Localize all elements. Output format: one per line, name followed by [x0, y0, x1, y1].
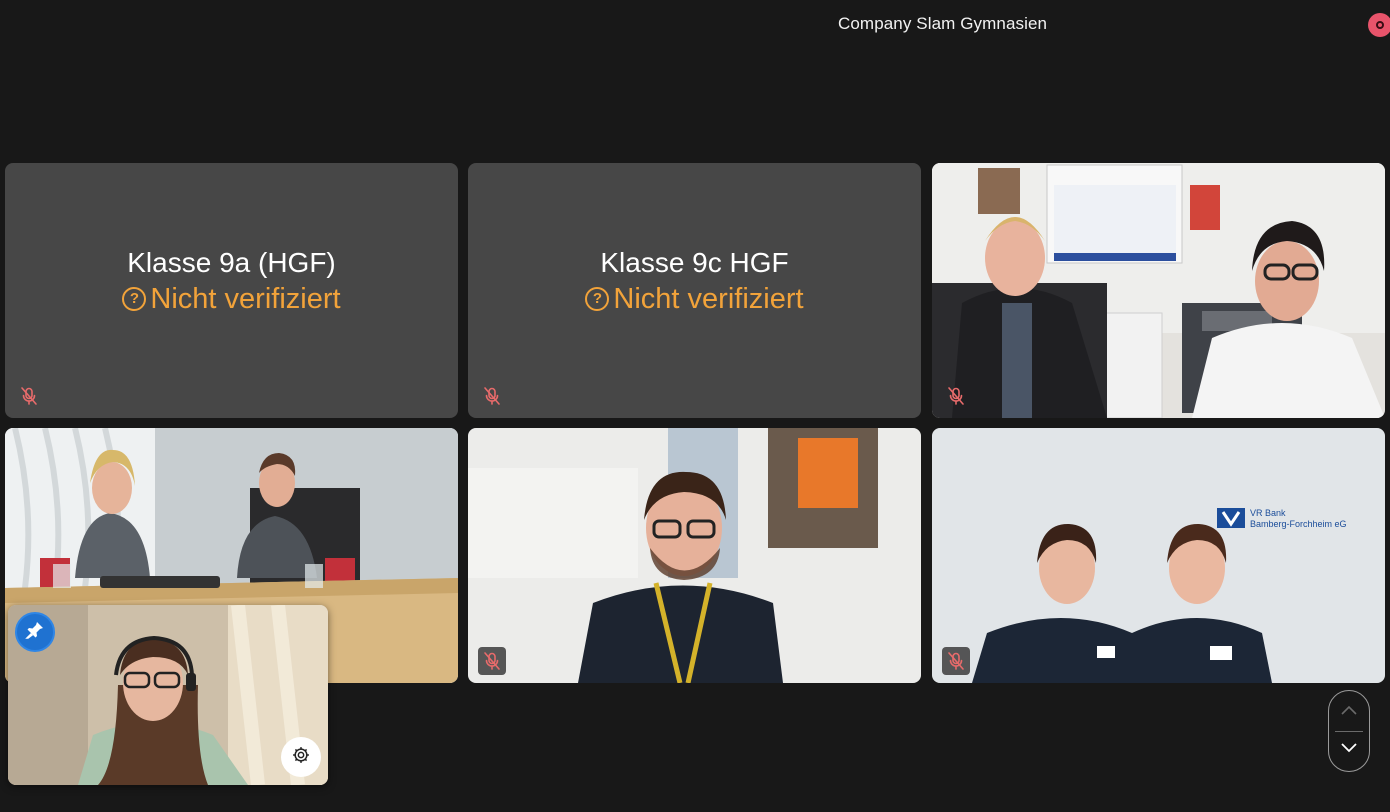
participant-video: [468, 428, 921, 683]
record-icon[interactable]: [1368, 13, 1390, 37]
microphone-muted-icon: [942, 382, 970, 410]
participant-video-tile[interactable]: [932, 163, 1385, 418]
participant-name: Klasse 9c HGF: [600, 246, 789, 278]
verification-label: Nicht verifiziert: [613, 282, 804, 315]
chevron-up-icon[interactable]: [1340, 703, 1358, 721]
meeting-title: Company Slam Gymnasien: [838, 14, 1048, 33]
verification-status: ? Nicht verifiziert: [122, 281, 341, 317]
settings-button[interactable]: [281, 737, 321, 777]
participant-video-tile[interactable]: VR Bank Bamberg-Forchheim eG: [932, 428, 1385, 683]
participant-video: VR Bank Bamberg-Forchheim eG: [932, 428, 1385, 683]
question-circle-icon: ?: [585, 286, 610, 311]
bank-logo-subtext: Bamberg-Forchheim eG: [1250, 519, 1347, 529]
participant-video: [932, 163, 1385, 418]
tile-scroll-control: [1328, 690, 1370, 772]
chevron-down-icon[interactable]: [1340, 741, 1358, 759]
microphone-muted-icon: [942, 647, 970, 675]
participant-name: Klasse 9a (HGF): [127, 246, 336, 278]
microphone-muted-icon: [478, 382, 506, 410]
participant-tile-klasse-9a[interactable]: Klasse 9a (HGF) ? Nicht verifiziert: [5, 163, 458, 418]
microphone-muted-icon: [478, 647, 506, 675]
verification-status: ? Nicht verifiziert: [585, 281, 804, 317]
pin-button[interactable]: [15, 612, 55, 652]
gear-icon: [291, 745, 311, 770]
question-circle-icon: ?: [122, 286, 147, 311]
bank-logo-text: VR Bank: [1250, 508, 1286, 518]
self-video: [8, 605, 328, 785]
participant-tile-klasse-9c[interactable]: Klasse 9c HGF ? Nicht verifiziert: [468, 163, 921, 418]
pin-icon: [25, 620, 45, 645]
meeting-window: Company Slam Gymnasien Klasse 9a (HGF) ?…: [0, 0, 1390, 812]
verification-label: Nicht verifiziert: [150, 282, 341, 315]
self-view-video[interactable]: [8, 605, 328, 785]
participant-video-tile[interactable]: [468, 428, 921, 683]
microphone-muted-icon: [15, 382, 43, 410]
